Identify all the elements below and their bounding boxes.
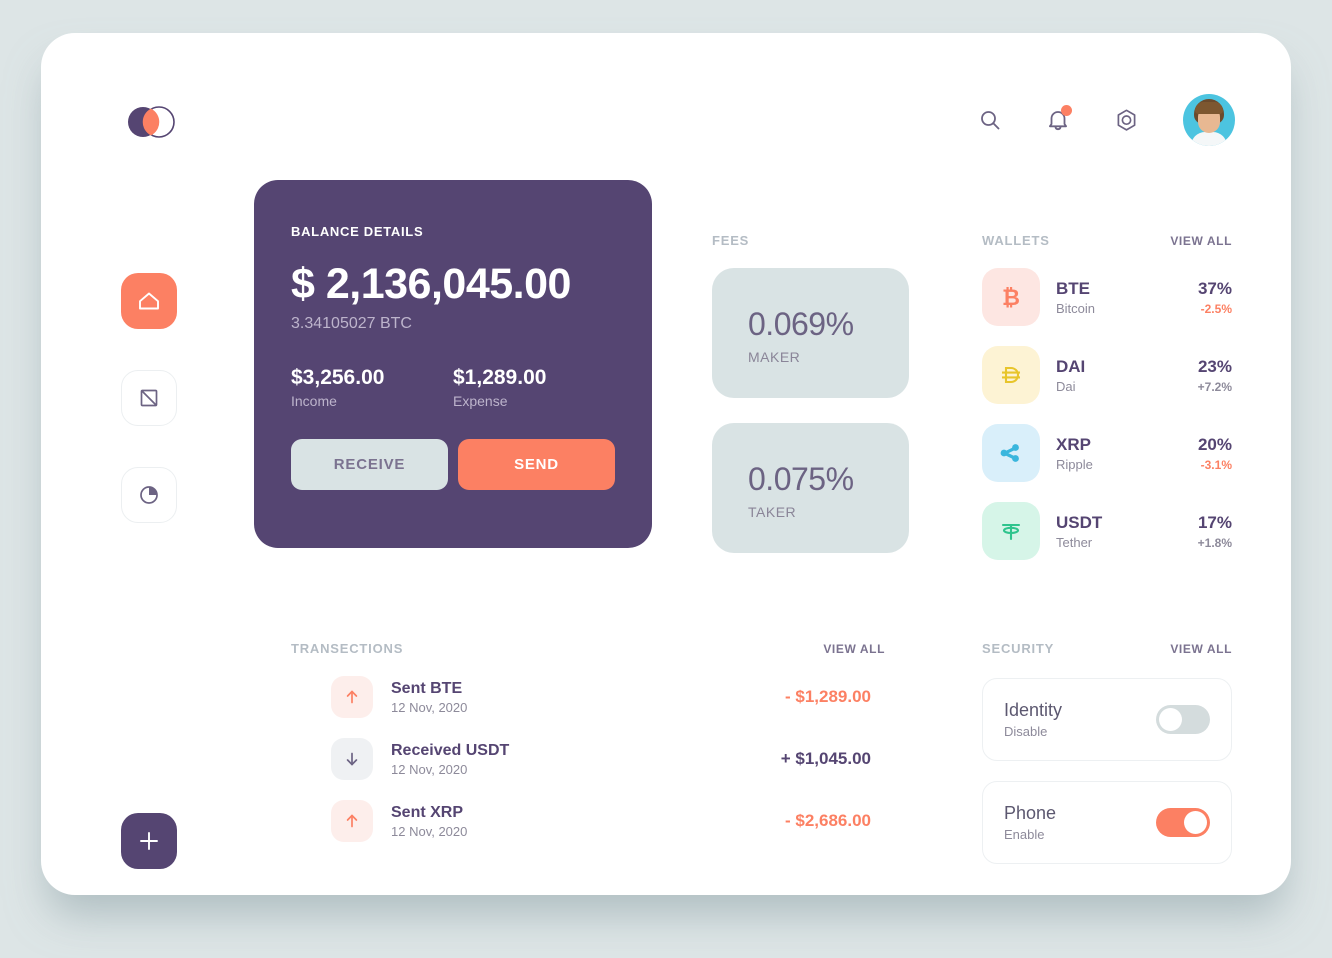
arrow-down-icon <box>331 738 373 780</box>
balance-details-card: BALANCE DETAILS $ 2,136,045.00 3.3410502… <box>254 180 652 548</box>
app-window: BALANCE DETAILS $ 2,136,045.00 3.3410502… <box>41 33 1291 895</box>
tether-icon <box>982 502 1040 560</box>
security-item-identity: Identity Disable <box>982 678 1232 761</box>
transactions-label: TRANSECTIONS <box>291 641 404 656</box>
income-value: $3,256.00 <box>291 366 385 389</box>
taker-fee-label: TAKER <box>748 504 797 520</box>
wallets-view-all[interactable]: VIEW ALL <box>1170 234 1232 248</box>
coin-change: +7.2% <box>1197 379 1232 394</box>
security-item-state: Disable <box>1004 724 1048 739</box>
coin-share: 37% <box>1197 278 1232 298</box>
transactions-panel: TRANSECTIONS VIEW ALL Sent BTE 12 Nov, 2… <box>291 641 885 842</box>
settings-gear-icon[interactable] <box>1109 103 1143 137</box>
transaction-amount: - $2,686.00 <box>784 811 871 830</box>
expense-value: $1,289.00 <box>453 366 547 389</box>
balance-amount: $ 2,136,045.00 <box>291 260 571 308</box>
table-row[interactable]: Sent BTE 12 Nov, 2020 - $1,289.00 <box>291 676 885 718</box>
venn-logo[interactable] <box>121 102 181 142</box>
transaction-title: Sent BTE <box>391 679 463 697</box>
fees-panel: FEES 0.069% MAKER 0.075% TAKER <box>712 233 912 553</box>
transaction-amount: + $1,045.00 <box>780 749 871 768</box>
add-button[interactable] <box>121 813 177 869</box>
coin-name: Dai <box>1056 378 1076 394</box>
wallets-label: WALLETS <box>982 233 1050 248</box>
sidebar-item-analytics[interactable] <box>121 467 177 523</box>
balance-stats: $3,256.00 Income $1,289.00 Expense <box>291 366 615 409</box>
coin-name: Ripple <box>1056 456 1093 472</box>
security-item-state: Enable <box>1004 827 1045 842</box>
table-row[interactable]: Sent XRP 12 Nov, 2020 - $2,686.00 <box>291 800 885 842</box>
header-actions <box>973 94 1235 146</box>
coin-change: -2.5% <box>1200 301 1232 316</box>
transactions-header: TRANSECTIONS VIEW ALL <box>291 641 885 656</box>
balance-btc-amount: 3.34105027 BTC <box>291 315 412 332</box>
coin-symbol: USDT <box>1056 512 1103 532</box>
coin-change: -3.1% <box>1200 457 1232 472</box>
coin-share: 20% <box>1197 434 1232 454</box>
receive-button[interactable]: RECEIVE <box>291 439 448 490</box>
svg-text:₿: ₿ <box>1002 285 1020 310</box>
coin-symbol: DAI <box>1056 356 1086 376</box>
transaction-amount: - $1,289.00 <box>784 687 871 706</box>
arrow-up-icon <box>331 676 373 718</box>
coin-change: +1.8% <box>1197 535 1232 550</box>
expense-stat: $1,289.00 Expense <box>453 366 615 409</box>
income-stat: $3,256.00 Income <box>291 366 453 409</box>
maker-fee-value: 0.069% <box>748 306 854 342</box>
coin-share: 23% <box>1197 356 1232 376</box>
wallets-header: WALLETS VIEW ALL <box>982 233 1232 248</box>
security-view-all[interactable]: VIEW ALL <box>1170 642 1232 656</box>
balance-actions: RECEIVE SEND <box>291 439 615 490</box>
phone-toggle[interactable] <box>1156 808 1210 837</box>
header <box>41 33 1291 193</box>
ripple-icon <box>982 424 1040 482</box>
transaction-date: 12 Nov, 2020 <box>391 823 468 839</box>
table-row[interactable]: Received USDT 12 Nov, 2020 + $1,045.00 <box>291 738 885 780</box>
send-button[interactable]: SEND <box>458 439 615 490</box>
transaction-title: Received USDT <box>391 741 510 759</box>
coin-symbol: XRP <box>1056 434 1091 454</box>
dai-icon <box>982 346 1040 404</box>
income-label: Income <box>291 393 337 409</box>
coin-symbol: BTE <box>1056 278 1090 298</box>
coin-share: 17% <box>1197 512 1232 532</box>
notification-badge <box>1061 105 1072 116</box>
toggle-knob <box>1159 708 1182 731</box>
sidebar-item-home[interactable] <box>121 273 177 329</box>
arrow-up-icon <box>331 800 373 842</box>
transaction-date: 12 Nov, 2020 <box>391 699 468 715</box>
bitcoin-icon: ₿ <box>982 268 1040 326</box>
fee-card-maker[interactable]: 0.069% MAKER <box>712 268 909 398</box>
avatar[interactable] <box>1183 94 1235 146</box>
security-item-title: Identity <box>1004 700 1063 720</box>
security-panel: SECURITY VIEW ALL Identity Disable Phone… <box>982 641 1232 864</box>
security-item-phone: Phone Enable <box>982 781 1232 864</box>
coin-name: Bitcoin <box>1056 300 1096 316</box>
wallet-row[interactable]: USDT Tether 17% +1.8% <box>982 502 1232 560</box>
coin-name: Tether <box>1056 534 1093 550</box>
balance-details-label: BALANCE DETAILS <box>291 224 424 239</box>
wallet-row[interactable]: ₿ BTE Bitcoin 37% -2.5% <box>982 268 1232 326</box>
search-icon[interactable] <box>973 103 1007 137</box>
wallet-row[interactable]: DAI Dai 23% +7.2% <box>982 346 1232 404</box>
sidebar-item-cards[interactable] <box>121 370 177 426</box>
security-header: SECURITY VIEW ALL <box>982 641 1232 656</box>
transaction-date: 12 Nov, 2020 <box>391 761 468 777</box>
identity-toggle[interactable] <box>1156 705 1210 734</box>
fee-card-taker[interactable]: 0.075% TAKER <box>712 423 909 553</box>
security-label: SECURITY <box>982 641 1055 656</box>
fees-label: FEES <box>712 233 750 248</box>
wallet-row[interactable]: XRP Ripple 20% -3.1% <box>982 424 1232 482</box>
transactions-view-all[interactable]: VIEW ALL <box>823 642 885 656</box>
expense-label: Expense <box>453 393 508 409</box>
sidebar <box>41 193 261 895</box>
maker-fee-label: MAKER <box>748 349 801 365</box>
toggle-knob <box>1184 811 1207 834</box>
transaction-title: Sent XRP <box>391 803 464 821</box>
notification-bell-icon[interactable] <box>1041 103 1075 137</box>
taker-fee-value: 0.075% <box>748 461 854 497</box>
security-item-title: Phone <box>1004 803 1057 823</box>
wallets-panel: WALLETS VIEW ALL ₿ BTE Bitcoin 37% -2.5% <box>982 233 1232 560</box>
